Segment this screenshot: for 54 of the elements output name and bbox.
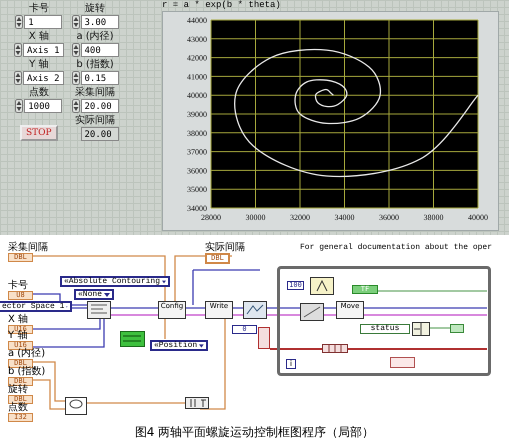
y-tick-label: 34000: [187, 204, 207, 213]
control-label: Y 轴: [29, 59, 48, 71]
control-label: 点数: [28, 87, 49, 99]
y-tick-label: 40000: [187, 91, 207, 100]
terminal-label: 实际间隔: [205, 243, 245, 253]
numeric-control[interactable]: 3.00: [80, 15, 119, 29]
terminal-label: 点数: [8, 403, 28, 413]
y-tick-label: 37000: [187, 148, 207, 157]
figure-caption: 图4 两轴平面螺旋运动控制框图程序（局部）: [134, 424, 376, 440]
control-label: b (指数): [76, 59, 114, 71]
y-tick-label: 42000: [187, 54, 207, 63]
numeric-control[interactable]: 20.00: [80, 99, 119, 113]
y-tick-label: 39000: [187, 110, 207, 119]
control-label: X 轴: [28, 31, 49, 43]
numeric-control[interactable]: Axis 1: [23, 43, 64, 57]
terminal-label: X 轴: [8, 315, 28, 325]
x-tick-label: 36000: [379, 213, 399, 222]
x-tick-label: 38000: [424, 213, 444, 222]
loop-index-terminal: i: [286, 359, 296, 369]
control-label: 旋转: [85, 3, 106, 15]
y-tick-label: 35000: [187, 185, 207, 194]
numeric-control[interactable]: 400: [80, 43, 119, 57]
numeric-control[interactable]: 0.15: [80, 71, 119, 85]
y-tick-label: 41000: [187, 72, 207, 82]
ring-constant[interactable]: ector Space 1: [0, 301, 72, 312]
ring-constant[interactable]: «Absolute Contouring: [60, 276, 170, 287]
x-tick-label: 40000: [468, 213, 488, 222]
terminal-label: b (指数): [8, 367, 46, 377]
numeric-control[interactable]: 1000: [24, 99, 62, 113]
stop-button[interactable]: STOP: [20, 125, 58, 141]
x-tick-label: 32000: [290, 213, 310, 222]
ring-constant[interactable]: «Position: [150, 340, 208, 351]
control-label: 实际间隔: [75, 115, 116, 127]
numeric-control[interactable]: Axis 2: [23, 71, 64, 85]
ring-constant[interactable]: «None: [74, 289, 114, 300]
terminal-label: a (内径): [8, 349, 46, 359]
y-tick-label: 36000: [187, 166, 207, 176]
graph-title: r = a * exp(b * theta): [162, 0, 282, 11]
y-tick-label: 43000: [187, 34, 207, 44]
numeric-control[interactable]: 1: [24, 15, 62, 29]
y-tick-label: 38000: [187, 128, 207, 138]
numeric-indicator: 20.00: [80, 127, 119, 141]
terminal-label: 旋转: [8, 385, 28, 395]
documentation-text: For general documentation about the oper: [300, 243, 492, 252]
terminal-label: 采集间隔: [8, 243, 48, 253]
x-tick-label: 28000: [201, 213, 221, 222]
terminal-label: 卡号: [8, 281, 28, 291]
control-label: a (内径): [76, 31, 114, 43]
x-tick-label: 34000: [334, 213, 354, 222]
control-label: 卡号: [28, 3, 49, 15]
x-tick-label: 30000: [246, 213, 266, 222]
control-label: 采集间隔: [75, 87, 116, 99]
status-unbundle[interactable]: status: [360, 324, 410, 334]
y-tick-label: 44000: [187, 16, 207, 25]
